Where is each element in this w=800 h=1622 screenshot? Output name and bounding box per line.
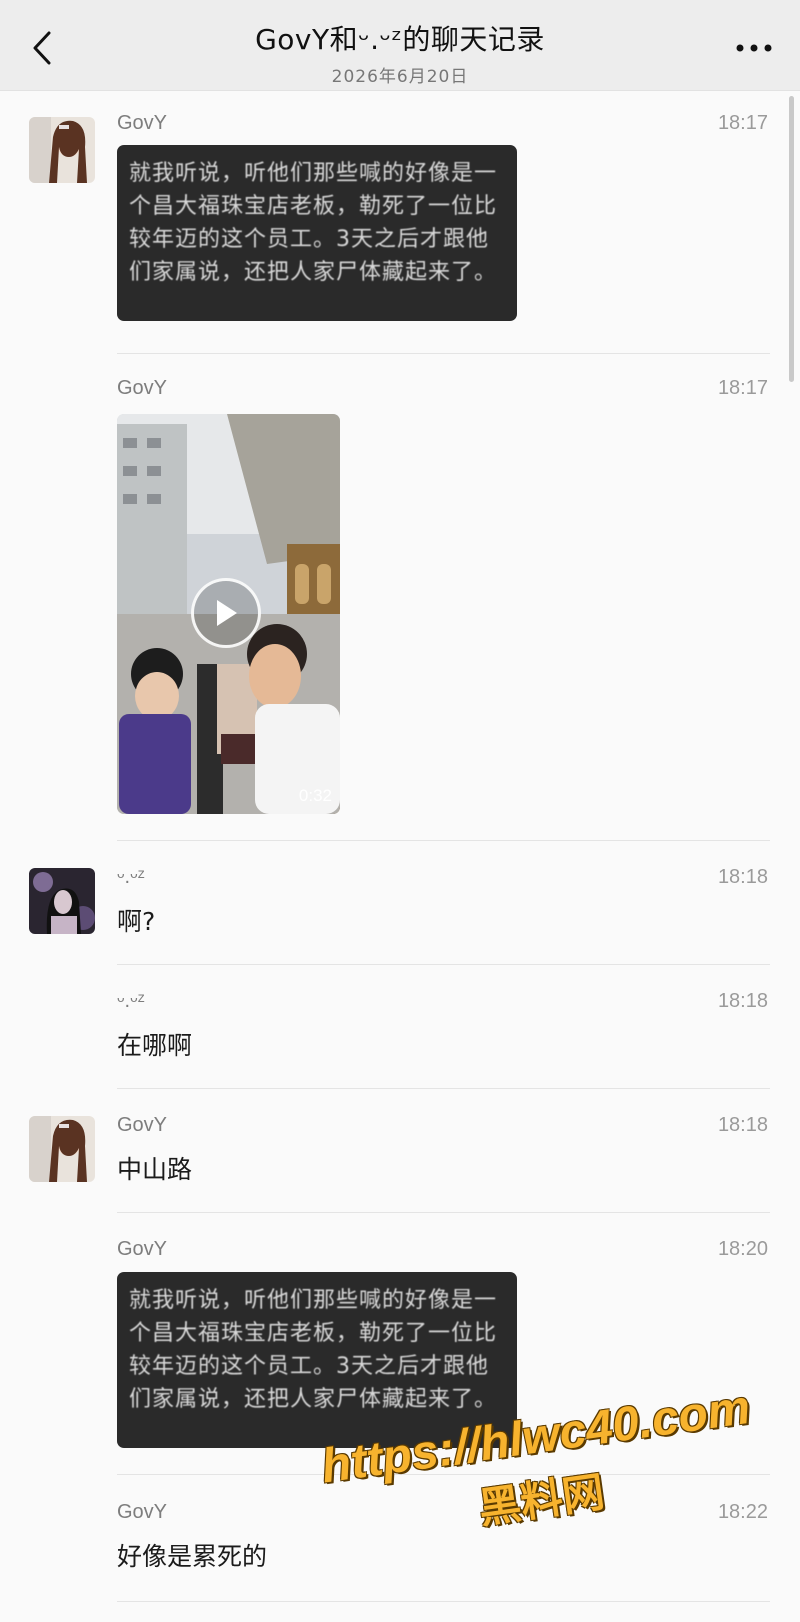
message-text: 中山路 xyxy=(117,1155,193,1184)
more-button[interactable] xyxy=(732,30,776,66)
sender-name: GovY xyxy=(117,377,168,399)
message-text: 在哪啊 xyxy=(117,1031,193,1060)
avatar-govy[interactable] xyxy=(29,1116,95,1182)
ellipsis-icon xyxy=(736,44,772,52)
play-button[interactable] xyxy=(191,578,261,648)
video-duration: 0:32 xyxy=(298,786,332,805)
divider xyxy=(117,964,770,965)
image-message-text: 就我听说，听他们那些喊的好像是一个昌大福珠宝店老板，勒死了一位比较年迈的这个员工… xyxy=(129,1288,498,1412)
top-bar: GovY和ᵕ.ᵕᶻ的聊天记录 2026年6月20日 xyxy=(0,0,800,91)
avatar-contact[interactable] xyxy=(29,868,95,934)
divider xyxy=(117,1601,770,1602)
divider xyxy=(117,1088,770,1089)
sender-name: ᵕ.ᵕᶻ xyxy=(117,866,145,888)
sender-name: ᵕ.ᵕᶻ xyxy=(117,990,145,1012)
message-time: 18:17 xyxy=(717,377,768,399)
sender-name: GovY xyxy=(117,1238,168,1260)
message-time: 18:20 xyxy=(717,1238,768,1260)
image-message[interactable]: 就我听说，听他们那些喊的好像是一个昌大福珠宝店老板，勒死了一位比较年迈的这个员工… xyxy=(117,145,517,321)
chat-title: GovY和ᵕ.ᵕᶻ的聊天记录 xyxy=(255,23,545,56)
video-message[interactable]: 0:32 xyxy=(117,414,340,814)
sender-name: GovY xyxy=(117,1501,168,1523)
scrollbar[interactable] xyxy=(789,96,794,382)
message-time: 18:18 xyxy=(717,866,768,888)
divider xyxy=(117,840,770,841)
message-time: 18:17 xyxy=(717,112,768,134)
message-time: 18:18 xyxy=(717,1114,768,1136)
avatar-govy[interactable] xyxy=(29,117,95,183)
message-text: 好像是累死的 xyxy=(117,1542,268,1571)
divider xyxy=(117,353,770,354)
message-text: 啊? xyxy=(117,907,156,936)
chat-date: 2026年6月20日 xyxy=(331,67,469,87)
sender-name: GovY xyxy=(117,1114,168,1136)
image-message-text: 就我听说，听他们那些喊的好像是一个昌大福珠宝店老板，勒死了一位比较年迈的这个员工… xyxy=(129,161,498,285)
chat-title-block: GovY和ᵕ.ᵕᶻ的聊天记录 2026年6月20日 xyxy=(0,18,800,87)
message-time: 18:18 xyxy=(717,990,768,1012)
sender-name: GovY xyxy=(117,112,168,134)
divider xyxy=(117,1212,770,1213)
play-icon xyxy=(217,600,237,626)
